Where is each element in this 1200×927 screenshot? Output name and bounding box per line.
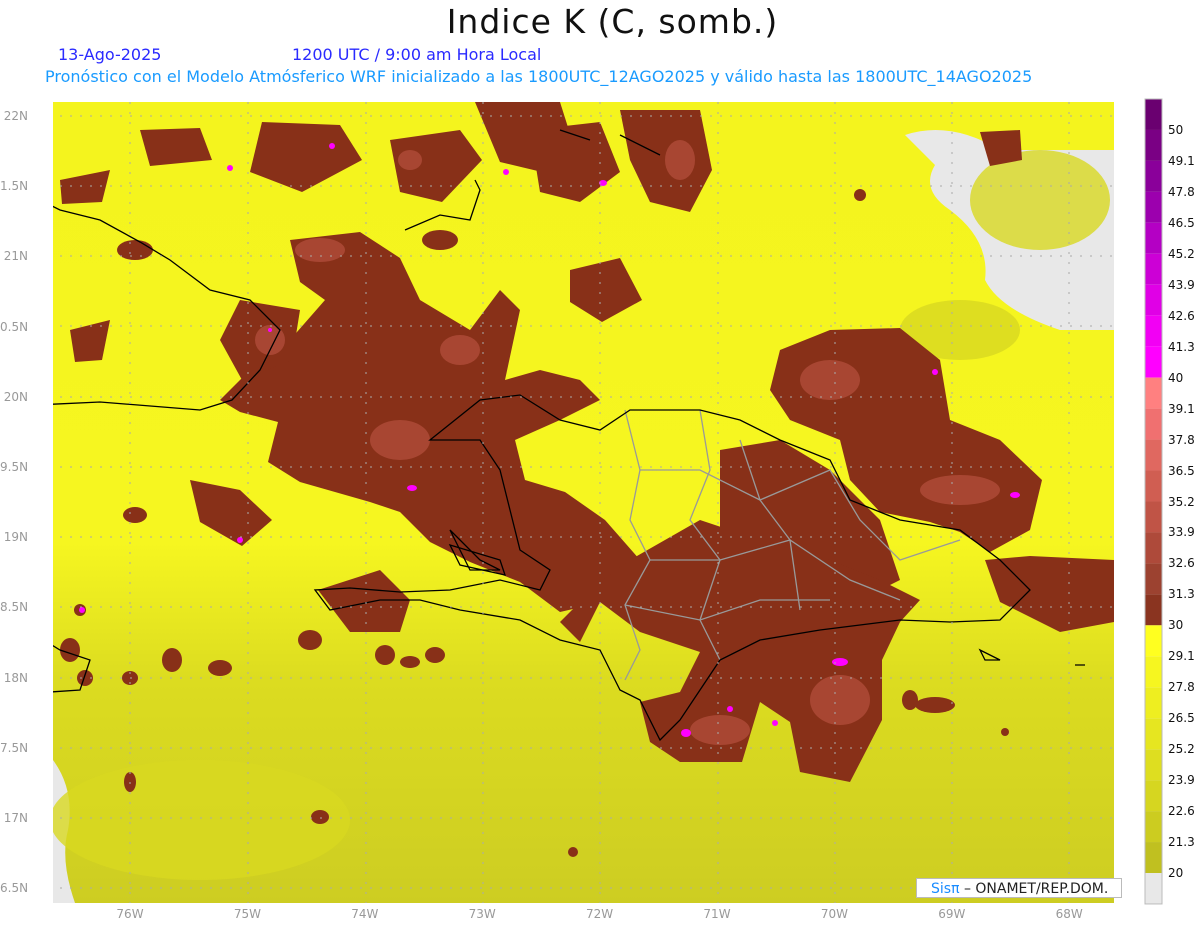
legend-label: 32.6 [1168,556,1195,571]
legend-label: 40 [1168,370,1184,385]
legend-swatch [1145,346,1162,378]
lon-label: 69W [938,907,966,921]
legend-swatch [1145,532,1162,564]
lon-label: 71W [703,907,731,921]
credit-box: Sisπ – ONAMET/REP.DOM. [916,878,1122,898]
legend-swatch [1145,563,1162,595]
lat-label: 9.5N [0,460,29,474]
legend-swatch [1145,656,1162,688]
lon-label: 73W [468,907,496,921]
lat-label: 18N [3,670,28,685]
lon-label: 72W [586,907,614,921]
legend-label: 30 [1168,618,1184,633]
color-legend [1144,98,1163,905]
legend-swatch [1145,842,1162,873]
lat-label: 17N [3,811,28,825]
lon-label: 68W [1055,907,1083,921]
legend-label: 41.3 [1168,339,1195,354]
legend-label: 42.6 [1168,308,1195,323]
legend-swatch [1145,811,1162,843]
k-index-map [53,98,1163,905]
legend-swatch [1145,222,1162,254]
legend-swatch [1145,501,1162,533]
legend-label: 46.5 [1168,215,1195,230]
legend-label: 39.1 [1168,401,1195,416]
legend-label: 29.1 [1168,649,1195,664]
lat-label: 0.5N [0,319,29,334]
lat-label: 7.5N [0,740,29,755]
legend-swatch [1145,315,1162,347]
lat-label: 8.5N [0,600,29,615]
legend-swatch [1145,594,1162,626]
legend-swatch [1145,687,1162,719]
legend-swatch [1145,625,1162,657]
legend-swatch [1145,780,1162,812]
legend-swatch [1145,377,1162,409]
lon-label: 70W [820,907,848,921]
legend-label: 33.9 [1168,525,1195,540]
legend-swatch [1145,873,1162,904]
legend-label: 47.8 [1168,184,1195,199]
legend-swatch [1145,191,1162,223]
legend-label: 35.2 [1168,494,1195,509]
lat-label: 22N [3,109,28,123]
legend-swatch [1145,160,1162,192]
lon-label: 75W [233,907,261,921]
legend-label: 23.9 [1168,773,1195,788]
lat-label: 19N [3,530,28,545]
legend-swatch [1145,253,1162,285]
legend-swatch [1145,408,1162,440]
legend-swatch [1145,284,1162,316]
legend-label: 50 [1168,123,1184,137]
legend-swatch [1145,129,1162,161]
legend-label: 26.5 [1168,711,1195,726]
legend-label: 25.2 [1168,742,1195,757]
lat-label: 21N [3,249,28,264]
legend-label: 37.8 [1168,432,1195,447]
legend-label: 36.5 [1168,463,1195,478]
legend-label: 22.6 [1168,804,1195,819]
legend-label: 31.3 [1168,587,1195,602]
sispi-logo: Sisπ [931,881,960,897]
legend-swatch [1145,439,1162,471]
lat-label: 1.5N [0,179,29,194]
legend-label: 20 [1168,866,1184,881]
legend-label: 49.1 [1168,153,1195,168]
lon-label: 74W [351,907,379,921]
legend-label: 45.2 [1168,246,1195,261]
legend-swatch [1145,470,1162,502]
legend-label: 21.3 [1168,835,1195,850]
legend-label: 27.8 [1168,680,1195,695]
legend-swatch [1145,749,1162,781]
legend-swatch [1145,99,1162,130]
lat-label: 20N [3,389,28,404]
credit-org: – ONAMET/REP.DOM. [963,881,1109,897]
legend-label: 43.9 [1168,277,1195,292]
lon-label: 76W [116,907,144,921]
legend-swatch [1145,718,1162,750]
lat-label: 6.5N [0,881,29,896]
